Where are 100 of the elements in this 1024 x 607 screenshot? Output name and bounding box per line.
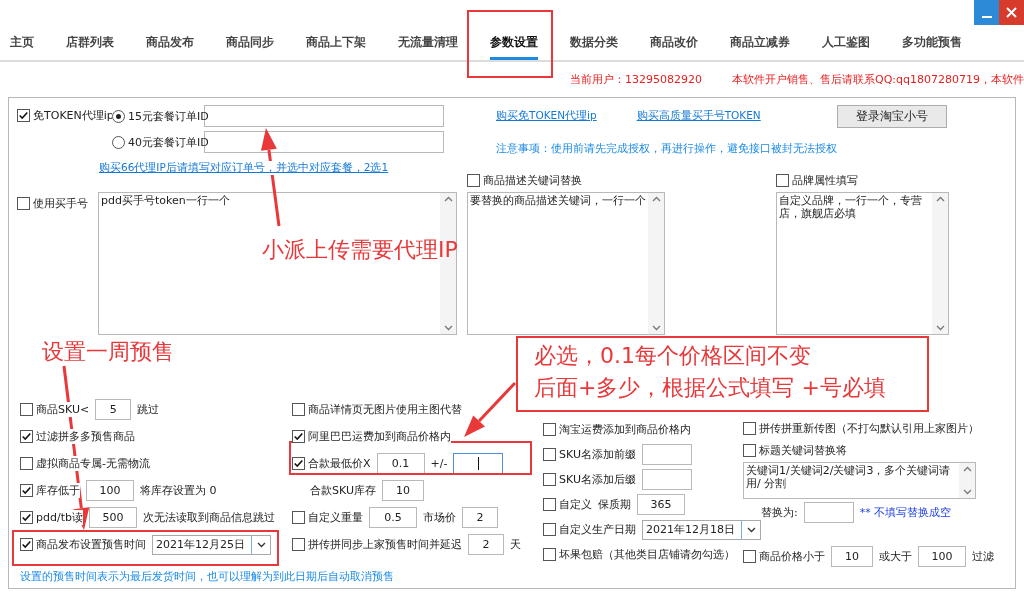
tab[interactable]: 商品立减券	[730, 25, 790, 60]
checkbox[interactable]	[743, 443, 756, 457]
checkbox[interactable]	[20, 538, 33, 551]
annotation-text: 必选，0.1每个价格区间不变	[534, 344, 812, 369]
text-area[interactable]: 要替换的商品描述关键词，一行一个	[467, 192, 665, 335]
input-field[interactable]: 5	[95, 399, 132, 420]
tab[interactable]: 商品改价	[650, 25, 698, 60]
text-area[interactable]: 关键词1/关键词2/关键词3，多个关键词请用/ 分割	[743, 462, 976, 499]
scroll-down-icon[interactable]	[443, 325, 453, 331]
annotation-text: 后面+多少，根据公式填写 +号必填	[534, 376, 887, 401]
tab[interactable]: 商品同步	[226, 25, 274, 60]
scroll-down-icon[interactable]	[935, 325, 945, 331]
scroll-down-icon[interactable]	[651, 325, 661, 331]
input-field[interactable]: 100	[86, 480, 134, 501]
input-field[interactable]: 100	[918, 546, 966, 567]
field-label: 跳过	[137, 402, 160, 417]
checkmark-icon	[21, 485, 32, 496]
checkbox[interactable]	[20, 511, 33, 524]
input-field[interactable]	[803, 501, 854, 523]
scroll-up-icon[interactable]	[443, 196, 453, 202]
scroll-up-icon[interactable]	[651, 196, 661, 202]
checkbox[interactable]	[543, 523, 556, 536]
scroll-up-icon[interactable]	[935, 196, 945, 202]
checkbox[interactable]	[20, 430, 33, 443]
tab[interactable]: 人工鉴图	[822, 25, 870, 60]
input-field[interactable]: 500	[88, 507, 137, 528]
field-label: 或大于	[879, 549, 912, 564]
field-label: 保质期	[598, 497, 631, 512]
checkbox[interactable]	[543, 423, 556, 436]
current-user: 当前用户：13295082920	[570, 72, 702, 87]
tab[interactable]: 商品发布	[146, 25, 194, 60]
field-label: 过滤	[972, 549, 994, 564]
checkbox[interactable]	[743, 550, 756, 563]
close-button[interactable]	[999, 0, 1024, 25]
date-picker[interactable]: 2021年12月18日	[642, 519, 761, 540]
field-label: 天	[510, 537, 521, 552]
checkbox[interactable]	[743, 421, 756, 435]
checkbox[interactable]	[543, 473, 556, 486]
input-field[interactable]: 10	[381, 480, 424, 501]
annotation-text: 小派上传需要代理IP	[262, 238, 458, 263]
hint-text: ** 不填写替换成空	[859, 504, 952, 520]
radio-label[interactable]: 40元套餐订单ID	[128, 134, 209, 150]
checkbox[interactable]	[20, 457, 33, 470]
tab[interactable]: 参数设置	[490, 25, 538, 60]
field-label: 替换为:	[761, 504, 798, 520]
checkbox[interactable]	[776, 174, 789, 187]
checkbox[interactable]	[467, 174, 480, 187]
checkmark-icon	[21, 512, 32, 523]
checkmark-icon	[18, 110, 29, 121]
checkbox[interactable]	[20, 484, 33, 497]
input-field[interactable]: 10	[831, 546, 873, 567]
checkbox[interactable]	[543, 448, 556, 461]
scroll-down-icon[interactable]	[962, 489, 972, 495]
link[interactable]: 购买高质量买手号TOKEN	[636, 109, 761, 123]
input-field[interactable]	[641, 444, 692, 465]
scroll-up-icon[interactable]	[962, 466, 972, 472]
checkbox[interactable]	[17, 197, 30, 210]
link[interactable]: 购买免TOKEN代理ip	[496, 109, 597, 123]
checkbox[interactable]	[292, 403, 305, 416]
checkmark-icon	[293, 458, 304, 469]
input-field[interactable]: 2	[462, 507, 498, 528]
field-label: 次无法读取到商品信息跳过	[142, 510, 275, 525]
footer-note: 设置的预售时间表示为最后发货时间，也可以理解为到此日期后自动取消预售	[20, 570, 394, 583]
input-field[interactable]: 0.1	[376, 453, 425, 474]
checkmark-icon	[21, 539, 32, 550]
close-icon	[1006, 7, 1017, 18]
field-label: 市场价	[423, 510, 456, 525]
date-picker[interactable]: 2021年12月25日	[152, 534, 271, 555]
caret-icon	[256, 541, 266, 548]
tab[interactable]: 多功能预售	[902, 25, 962, 60]
checkbox[interactable]	[543, 548, 556, 561]
annotation-text: 设置一周预售	[42, 340, 174, 365]
text-cursor	[477, 457, 479, 470]
minimize-button[interactable]	[974, 0, 999, 25]
input-field[interactable]: 0.5	[369, 507, 417, 528]
checkbox[interactable]	[17, 109, 30, 122]
checkmark-icon	[293, 431, 304, 442]
caret-icon	[746, 526, 756, 533]
checkmark-icon	[21, 431, 32, 442]
text-area[interactable]: 自定义品牌，一行一个，专营店，旗舰店必填	[776, 192, 949, 335]
radio-label[interactable]: 15元套餐订单ID	[128, 108, 209, 124]
tab[interactable]: 数据分类	[570, 25, 618, 60]
checkbox[interactable]	[543, 498, 556, 511]
tab[interactable]: 商品上下架	[306, 25, 366, 60]
login-button[interactable]: 登录淘宝小号	[836, 104, 947, 128]
checkbox[interactable]	[292, 430, 305, 443]
input-field[interactable]: 365	[637, 494, 685, 515]
field-label: 将库存设置为 0	[140, 483, 217, 498]
checkbox[interactable]	[292, 538, 305, 551]
tab[interactable]: 无流量清理	[398, 25, 458, 60]
checkbox[interactable]	[292, 511, 305, 524]
input-field[interactable]: 2	[468, 534, 504, 555]
tab[interactable]: 主页	[10, 25, 34, 60]
checkbox[interactable]	[20, 403, 33, 416]
tab[interactable]: 店群列表	[66, 25, 114, 60]
contact-notice: 本软件开户销售、售后请联系QQ:qq1807280719，本软件	[732, 72, 1024, 87]
input-field[interactable]	[641, 469, 692, 490]
input-field[interactable]	[453, 453, 504, 474]
checkbox[interactable]	[292, 457, 305, 470]
link[interactable]: 购买66代理IP后请填写对应订单号，并选中对应套餐，2选1	[99, 161, 389, 175]
